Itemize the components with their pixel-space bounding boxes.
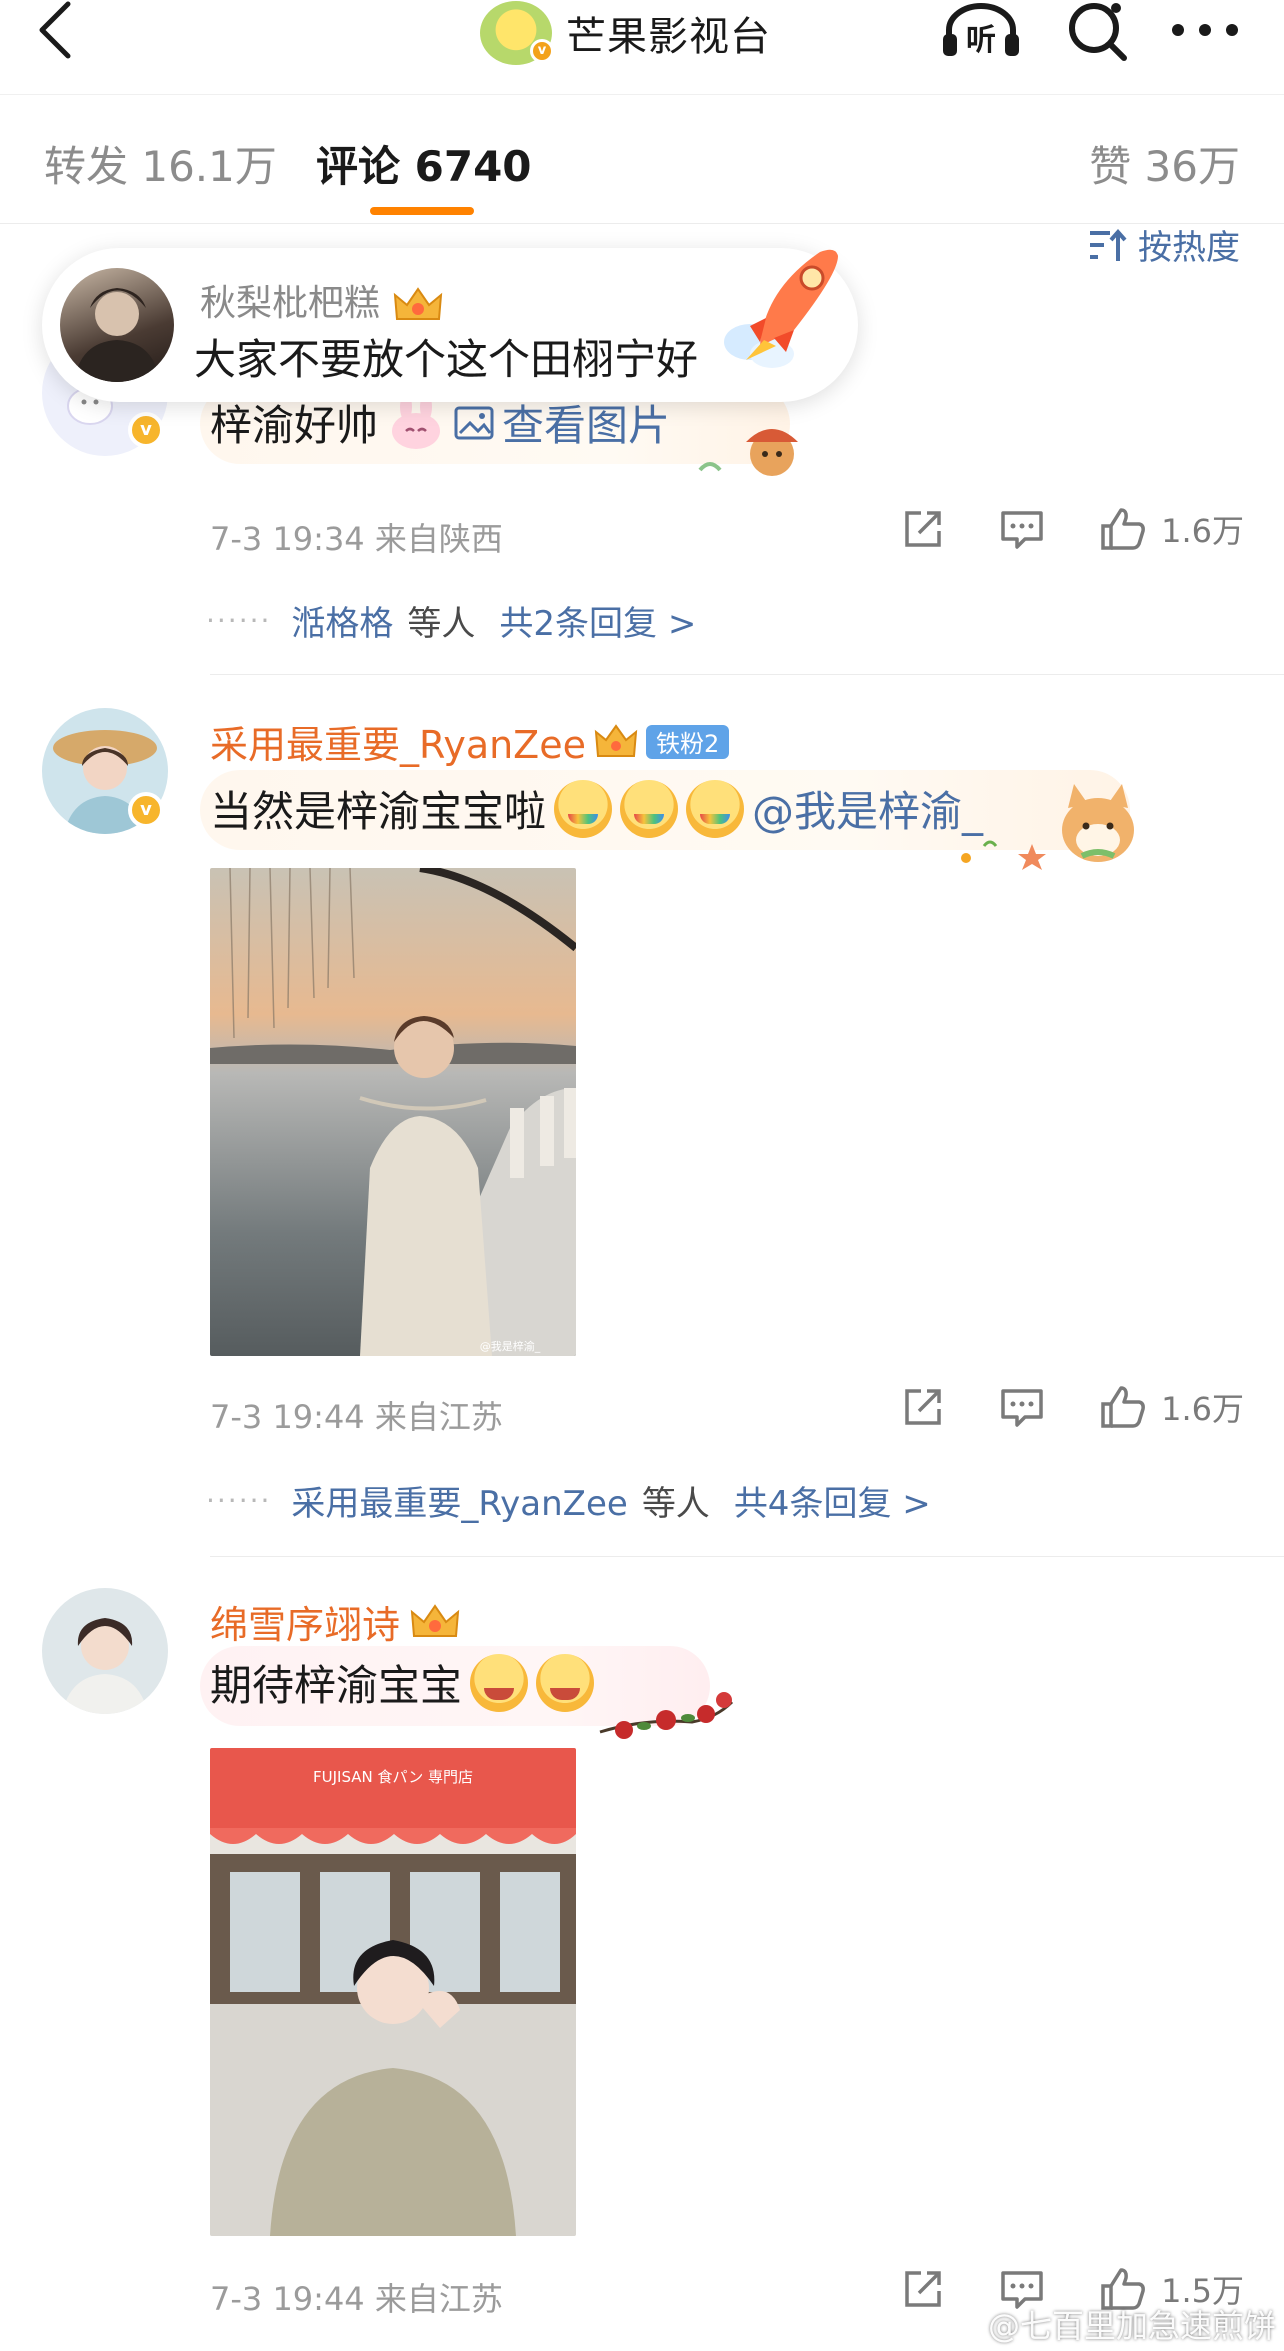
mention-link[interactable]: @我是梓渝_ bbox=[752, 778, 983, 839]
image-icon bbox=[454, 406, 494, 439]
comment-icon bbox=[1001, 1389, 1043, 1427]
watermark: @七百里加急速煎饼 bbox=[942, 2301, 1276, 2347]
sort-toggle[interactable]: 按热度 bbox=[1088, 220, 1240, 269]
reply-button[interactable] bbox=[999, 1385, 1045, 1429]
reply-dots: ······ bbox=[206, 604, 272, 637]
fan-level-badge[interactable]: 铁粉2 bbox=[645, 724, 730, 759]
thumbs-up-icon bbox=[1101, 508, 1145, 550]
reply-etc: 等人 bbox=[641, 1484, 710, 1524]
shop-sign: FUJISAN 食パン 専門店 bbox=[313, 1768, 473, 1786]
crown-badge-icon bbox=[594, 723, 638, 757]
search-button[interactable] bbox=[1052, 0, 1142, 61]
comment-divider bbox=[210, 1556, 1284, 1557]
like-button[interactable]: 1.6万 bbox=[1099, 506, 1244, 552]
sort-label: 按热度 bbox=[1138, 228, 1240, 268]
verified-icon: v bbox=[128, 412, 164, 448]
verified-icon: v bbox=[530, 39, 554, 63]
tab-likes[interactable]: 赞 36万 bbox=[1089, 133, 1240, 194]
comment-text: 期待梓渝宝宝 bbox=[210, 1661, 463, 1710]
share-button[interactable] bbox=[901, 1385, 945, 1429]
reply-dots: ······ bbox=[206, 1484, 272, 1517]
blush-emoji-icon bbox=[536, 1653, 595, 1712]
comment-photo[interactable]: @我是梓渝_ bbox=[210, 868, 576, 1356]
comment-item: 绵雪序翊诗 期待梓渝宝宝 FUJISAN 食パン 専門店 7-3 19:44 来… bbox=[0, 1588, 1284, 2351]
reply-user[interactable]: 湉格格 bbox=[291, 596, 393, 645]
floating-comment-toast[interactable]: 秋梨枇杷糕 大家不要放个这个田栩宁好 bbox=[42, 248, 858, 402]
reply-count-link[interactable]: 共4条回复 > bbox=[734, 1476, 931, 1525]
share-icon bbox=[905, 1389, 941, 1425]
comment-timestamp: 7-3 19:44 来自江苏 bbox=[210, 2280, 503, 2318]
more-icon bbox=[1172, 24, 1238, 36]
blush-emoji-icon bbox=[470, 1653, 529, 1712]
rose-sticker-icon bbox=[599, 1692, 734, 1739]
share-icon bbox=[905, 2271, 941, 2307]
comment-timestamp: 7-3 19:34 来自陕西 bbox=[210, 520, 503, 558]
tab-bar: 转发 16.1万 评论 6740 赞 36万 bbox=[0, 94, 1284, 224]
comment-text: 当然是梓渝宝宝啦 bbox=[210, 787, 547, 836]
share-button[interactable] bbox=[901, 507, 945, 551]
crown-badge-icon bbox=[410, 1603, 460, 1637]
page-title: 芒果影视台 bbox=[566, 14, 771, 60]
toast-avatar[interactable] bbox=[60, 268, 174, 382]
search-icon bbox=[1069, 3, 1127, 61]
rainbow-emoji-icon bbox=[620, 779, 679, 838]
account-title[interactable]: v 芒果影视台 bbox=[480, 0, 771, 66]
tab-repost[interactable]: 转发 16.1万 bbox=[44, 133, 277, 194]
rocket-icon bbox=[724, 249, 838, 368]
dog-sticker-icon bbox=[698, 429, 798, 476]
share-button[interactable] bbox=[901, 2267, 945, 2311]
active-tab-indicator bbox=[370, 207, 474, 215]
reply-summary[interactable]: ······ 采用最重要_RyanZee 等人 共4条回复 > bbox=[206, 1476, 931, 1525]
comment-photo[interactable]: FUJISAN 食パン 専門店 bbox=[210, 1748, 576, 2236]
reply-summary[interactable]: ······ 湉格格 等人 共2条回复 > bbox=[206, 596, 696, 645]
like-button[interactable]: 1.6万 bbox=[1099, 1384, 1244, 1430]
reply-button[interactable] bbox=[999, 507, 1045, 551]
comment-divider bbox=[210, 674, 1284, 675]
like-count: 1.6万 bbox=[1161, 512, 1244, 550]
listen-button[interactable]: 听 bbox=[936, 0, 1026, 60]
comment-item: v 采用最重要_RyanZee 铁粉2 当然是梓渝宝宝啦 @我是梓渝_ @我是梓… bbox=[0, 708, 1284, 1557]
shiba-sticker-icon bbox=[961, 784, 1134, 870]
toast-username[interactable]: 秋梨枇杷糕 bbox=[200, 283, 380, 324]
reply-count-link[interactable]: 共2条回复 > bbox=[499, 596, 696, 645]
svg-text:@我是梓渝_: @我是梓渝_ bbox=[480, 1339, 541, 1353]
rainbow-emoji-icon bbox=[686, 779, 745, 838]
verified-icon: v bbox=[128, 792, 164, 828]
comment-username[interactable]: 采用最重要_RyanZee bbox=[210, 714, 586, 769]
top-navigation-bar: v 芒果影视台 听 bbox=[0, 0, 1284, 92]
bunny-emoji-icon bbox=[392, 394, 441, 449]
comment-timestamp: 7-3 19:44 来自江苏 bbox=[210, 1398, 503, 1436]
headphones-icon: 听 bbox=[943, 3, 1019, 58]
thumbs-up-icon bbox=[1101, 1386, 1145, 1428]
reply-etc: 等人 bbox=[407, 604, 476, 644]
reply-user[interactable]: 采用最重要_RyanZee bbox=[291, 1476, 627, 1525]
more-button[interactable] bbox=[1160, 0, 1250, 60]
comment-username[interactable]: 绵雪序翊诗 bbox=[210, 1594, 400, 1649]
back-icon[interactable] bbox=[28, 0, 88, 60]
comment-icon bbox=[1001, 511, 1043, 549]
sort-icon bbox=[1090, 228, 1127, 261]
share-icon bbox=[905, 511, 941, 547]
like-count: 1.6万 bbox=[1161, 1390, 1244, 1428]
toast-text: 大家不要放个这个田栩宁好 bbox=[194, 335, 699, 384]
weibo-logo-icon bbox=[942, 2309, 981, 2340]
rainbow-emoji-icon bbox=[554, 779, 613, 838]
svg-text:听: 听 bbox=[966, 23, 996, 58]
account-avatar[interactable]: v bbox=[480, 1, 554, 65]
tab-comments[interactable]: 评论 6740 bbox=[316, 133, 532, 194]
comment-avatar[interactable] bbox=[42, 1588, 168, 1714]
crown-badge-icon bbox=[394, 287, 443, 320]
watermark-text: @七百里加急速煎饼 bbox=[987, 2307, 1276, 2345]
